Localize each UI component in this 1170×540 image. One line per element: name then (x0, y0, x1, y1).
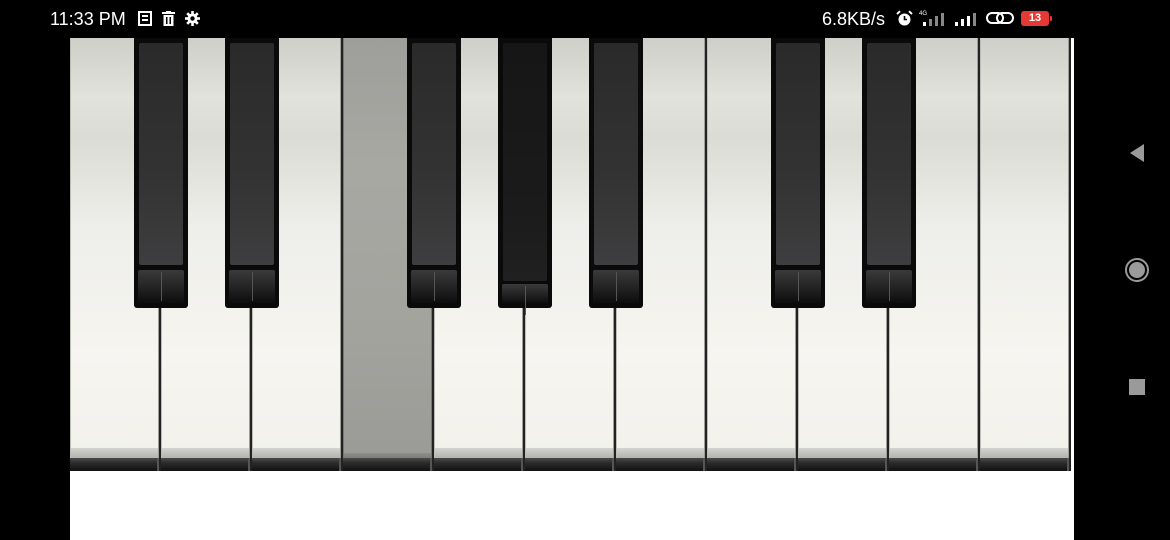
black-key-lip (411, 270, 457, 303)
white-key-base (798, 458, 887, 471)
black-key[interactable] (589, 38, 643, 308)
black-key[interactable] (771, 38, 825, 308)
white-key-base (343, 458, 432, 471)
piano-app (70, 38, 1074, 540)
white-key[interactable] (980, 38, 1069, 458)
network-speed: 6.8KB/s (822, 9, 886, 29)
black-key-face (867, 43, 911, 265)
white-key-base (889, 458, 978, 471)
black-key-face (139, 43, 183, 265)
black-key-face (594, 43, 638, 265)
home-icon[interactable] (1122, 255, 1152, 285)
black-key-lip (138, 270, 184, 303)
white-key-base (616, 458, 705, 471)
white-key-base (252, 458, 341, 471)
status-time: 11:33 PM (50, 9, 126, 29)
status-icons-right: 4G 13 (896, 9, 1052, 27)
black-key-face (230, 43, 274, 265)
link-icon (986, 12, 1014, 24)
white-key-base (70, 458, 159, 471)
piano-keyboard (70, 38, 1071, 471)
black-key-lip (229, 270, 275, 303)
black-key[interactable] (225, 38, 279, 308)
notes-icon (138, 11, 152, 26)
white-key-base (434, 458, 523, 471)
navigation-bar (1104, 0, 1170, 540)
back-icon[interactable] (1122, 138, 1152, 168)
status-bar: 11:33 PM 6.8KB/s 4G 13 (0, 0, 1170, 38)
black-key-face (412, 43, 456, 265)
white-key-base (980, 458, 1069, 471)
trash-icon (162, 11, 175, 26)
white-key-base (161, 458, 250, 471)
signal-4g-icon: 4G (919, 11, 944, 26)
black-key-lip (593, 270, 639, 303)
black-key[interactable] (498, 38, 552, 315)
black-key-lip (866, 270, 912, 303)
battery-icon: 13 (1021, 10, 1052, 26)
signal-icon (955, 13, 976, 26)
settings-gear-icon (185, 11, 200, 26)
black-key-face (503, 43, 547, 281)
white-key-base (707, 458, 796, 471)
svg-text:4G: 4G (919, 11, 927, 17)
recents-icon[interactable] (1122, 372, 1152, 402)
black-key-lip (502, 284, 548, 315)
status-icons-left (138, 11, 200, 26)
black-key[interactable] (407, 38, 461, 308)
black-key[interactable] (862, 38, 916, 308)
alarm-icon (896, 9, 913, 25)
black-key-face (776, 43, 820, 265)
white-key-base (525, 458, 614, 471)
black-key[interactable] (134, 38, 188, 308)
black-key-lip (775, 270, 821, 303)
